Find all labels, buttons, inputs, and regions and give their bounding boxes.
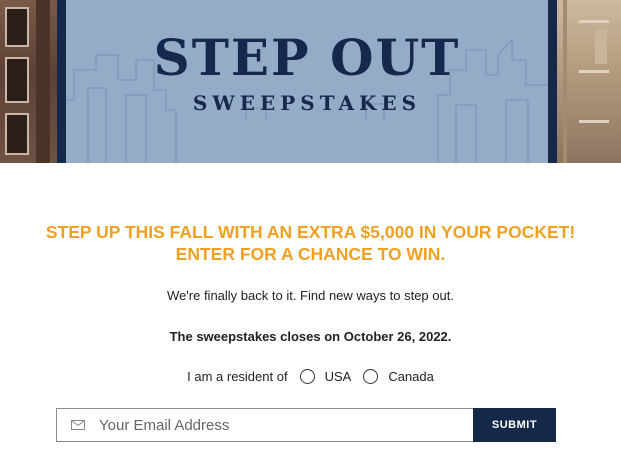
building-facade-right bbox=[563, 0, 609, 163]
canada-radio-button[interactable] bbox=[363, 369, 379, 384]
promo-headline-line-1: STEP UP THIS FALL WITH AN EXTRA $5,000 I… bbox=[45, 222, 576, 242]
canada-radio-label[interactable]: Canada bbox=[388, 369, 434, 384]
closing-date-notice: The sweepstakes closes on October 26, 20… bbox=[169, 329, 452, 344]
envelope-icon bbox=[71, 420, 85, 430]
promo-headline-line-2: ENTER FOR A CHANCE TO WIN. bbox=[175, 244, 446, 264]
residency-option-usa[interactable]: USA bbox=[299, 369, 352, 384]
building-photo-right bbox=[557, 0, 621, 163]
building-windows-left bbox=[5, 0, 50, 163]
banner-panel: STEP OUT SWEEPSTAKES bbox=[57, 0, 557, 163]
banner-title: STEP OUT bbox=[153, 28, 461, 87]
email-input[interactable] bbox=[99, 410, 473, 440]
banner-subtitle: SWEEPSTAKES bbox=[192, 91, 422, 115]
email-signup-form: SUBMIT bbox=[56, 408, 556, 442]
promo-headline: STEP UP THIS FALL WITH AN EXTRA $5,000 I… bbox=[20, 221, 601, 265]
usa-radio-label[interactable]: USA bbox=[325, 369, 352, 384]
residency-selector: I am a resident of USA Canada bbox=[0, 369, 621, 384]
residency-option-canada[interactable]: Canada bbox=[363, 369, 434, 384]
submit-button[interactable]: SUBMIT bbox=[473, 408, 556, 442]
usa-radio-button[interactable] bbox=[299, 369, 315, 384]
tagline: We're finally back to it. Find new ways … bbox=[167, 288, 454, 303]
residency-label: I am a resident of bbox=[187, 369, 288, 384]
building-photo-left bbox=[0, 0, 57, 163]
email-field-wrapper[interactable] bbox=[56, 408, 473, 442]
hero-banner: STEP OUT SWEEPSTAKES bbox=[0, 0, 621, 163]
